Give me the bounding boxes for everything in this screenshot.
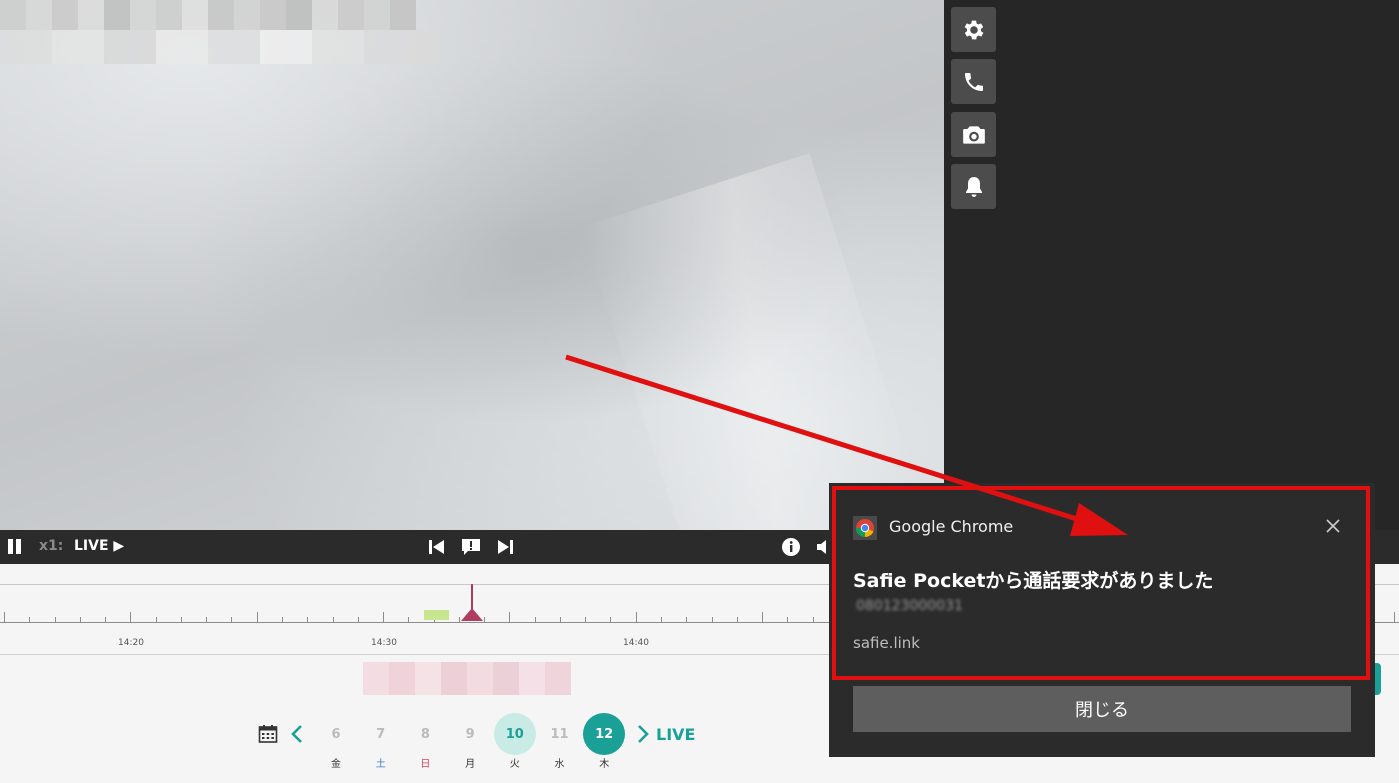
timeline-tick [180,617,182,623]
pixelated-overlay [0,30,440,64]
timeline-tick [787,617,789,623]
timeline-tick [408,617,410,623]
play-triangle-icon: ▶ [113,538,125,554]
close-notification-button[interactable]: 閉じる [853,686,1351,732]
timeline-tick [4,612,5,623]
timeline-tick [1393,612,1395,623]
weekday-label: 土 [375,759,386,770]
notification-body-obscured: 080123000031 [856,598,963,614]
timeline-tick [458,617,460,623]
day-button-10[interactable]: 10 [493,713,536,755]
timeline-tick [206,617,208,623]
weekday-label: 木 [599,759,610,770]
day-button-6[interactable]: 6 [315,713,357,755]
notification-button[interactable] [951,164,996,209]
phone-icon [964,72,983,91]
timeline-tick [509,612,511,623]
timeline-tick [256,612,258,623]
chevron-left-icon[interactable] [290,724,304,744]
time-label: 14:40 [623,638,649,648]
chrome-icon [853,516,877,540]
timeline-tick [130,612,132,623]
notification-source: safie.link [853,634,920,652]
timeline-tick [79,617,81,623]
gear-icon [964,20,983,39]
timeline-tick [281,617,283,623]
timeline-tick [357,617,359,623]
time-label: 14:30 [371,638,397,648]
timeline-tick [711,617,713,623]
date-live-link[interactable]: LIVE [656,725,695,744]
settings-button[interactable] [951,7,996,52]
weekday-label: 火 [509,759,520,770]
playback-speed[interactable]: x1: [39,538,63,554]
info-icon[interactable] [781,537,801,557]
light-streak [580,153,940,530]
side-panel [944,0,1399,530]
weekday-label: 金 [331,759,341,770]
weekday-label: 月 [465,759,476,770]
timeline-tick [661,617,663,623]
bell-icon [965,176,982,197]
timeline-tick [635,612,637,623]
timeline-tick [54,617,56,623]
timeline-tick [105,617,107,623]
timeline-tick [559,617,561,623]
timeline-tick [332,617,334,623]
skip-forward-icon[interactable] [495,537,515,557]
call-button[interactable] [951,59,996,104]
pause-icon[interactable] [6,537,26,557]
camera-video-feed[interactable] [0,0,944,530]
day-button-7[interactable]: 7 [360,713,402,755]
timeline-tick [610,617,612,623]
time-label: 14:20 [118,638,144,648]
snapshot-button[interactable] [951,112,996,157]
live-button[interactable]: LIVE ▶ [74,538,124,554]
calendar-icon[interactable] [258,724,278,744]
notification-title: Safie Pocketから通話要求がありました [853,570,1214,592]
timeline-tick [812,617,814,623]
timeline-tick [534,617,536,623]
timeline-tick [307,617,309,623]
day-button-12[interactable]: 12 [583,713,626,755]
camera-icon [962,125,985,144]
weekday-label: 日 [420,759,431,770]
timeline-tick [231,617,233,623]
timeline-tick [155,617,157,623]
timeline-tick [383,612,385,623]
recording-segment[interactable] [424,610,449,620]
timeline-tick [736,617,738,623]
pixelated-event-label [363,662,571,695]
timeline-tick [762,612,764,623]
timeline-tick [585,617,587,623]
timeline-tick [29,617,31,623]
live-label: LIVE [74,538,109,554]
playhead-marker[interactable] [461,608,483,621]
hidden-button-edge [1375,663,1381,695]
timeline-tick [484,617,486,623]
day-button-8[interactable]: 8 [404,713,446,755]
day-button-9[interactable]: 9 [449,713,491,755]
event-alert-icon[interactable] [461,537,481,557]
skip-back-icon[interactable] [427,537,447,557]
notification-app-name: Google Chrome [889,517,1014,536]
chevron-right-icon[interactable] [636,724,650,744]
day-button-11[interactable]: 11 [539,713,581,755]
close-icon[interactable] [1325,518,1341,534]
weekday-label: 水 [554,759,565,770]
timeline-tick [686,617,688,623]
